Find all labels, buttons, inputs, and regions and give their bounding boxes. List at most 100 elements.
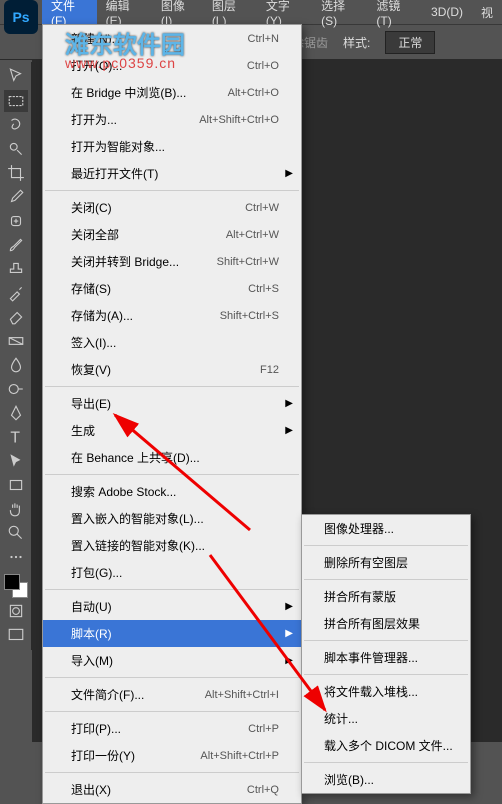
tool-crop[interactable] — [4, 162, 28, 184]
menu-filter[interactable]: 滤镜(T) — [367, 0, 422, 32]
menu-item-10[interactable]: 存储(S)Ctrl+S — [43, 275, 301, 302]
menu-item-label: 关闭全部 — [71, 226, 119, 243]
tool-quick-select[interactable] — [4, 138, 28, 160]
menu-view[interactable]: 视 — [472, 0, 502, 25]
opt-style-select[interactable]: 正常 — [385, 31, 435, 54]
menu-separator — [45, 589, 299, 590]
tool-blur[interactable] — [4, 354, 28, 376]
menu-item-2[interactable]: 在 Bridge 中浏览(B)...Alt+Ctrl+O — [43, 79, 301, 106]
menu-item-13[interactable]: 恢复(V) F12 — [43, 356, 301, 383]
menu-item-30[interactable]: 打印(P)...Ctrl+P — [43, 715, 301, 742]
tool-more[interactable] — [4, 546, 28, 568]
tool-heal[interactable] — [4, 210, 28, 232]
tool-path-select[interactable] — [4, 450, 28, 472]
tool-screen-mode[interactable] — [4, 624, 28, 646]
watermark-url: www.pc0359.cn — [65, 55, 176, 71]
menu-item-11[interactable]: 存储为(A)...Shift+Ctrl+S — [43, 302, 301, 329]
menu-item-label: 打印(P)... — [71, 720, 121, 737]
menu-item-9[interactable]: 关闭并转到 Bridge...Shift+Ctrl+W — [43, 248, 301, 275]
menu-item-26[interactable]: 导入(M)▶ — [43, 647, 301, 674]
menu-item-16[interactable]: 生成▶ — [43, 417, 301, 444]
menu-item-shortcut: Alt+Ctrl+W — [226, 229, 279, 241]
tool-gradient[interactable] — [4, 330, 28, 352]
menu-item-31[interactable]: 打印一份(Y)Alt+Shift+Ctrl+P — [43, 742, 301, 769]
menu-3d[interactable]: 3D(D) — [422, 1, 472, 23]
tool-brush[interactable] — [4, 234, 28, 256]
menu-item-shortcut: Ctrl+O — [247, 60, 279, 72]
tool-dodge[interactable] — [4, 378, 28, 400]
submenu-item-9[interactable]: 将文件载入堆栈... — [302, 678, 470, 705]
menu-separator — [304, 579, 468, 580]
menu-item-7[interactable]: 关闭(C) Ctrl+W — [43, 194, 301, 221]
ps-logo-box: Ps — [4, 0, 38, 34]
submenu-item-10[interactable]: 统计... — [302, 705, 470, 732]
menu-bar: 文件(F) 编辑(E) 图像(I) 图层(L) 文字(Y) 选择(S) 滤镜(T… — [0, 0, 502, 24]
menu-separator — [304, 762, 468, 763]
menu-item-22[interactable]: 打包(G)... — [43, 559, 301, 586]
menu-item-label: 脚本(R) — [71, 625, 112, 642]
menu-item-28[interactable]: 文件简介(F)...Alt+Shift+Ctrl+I — [43, 681, 301, 708]
tool-rectangle[interactable] — [4, 474, 28, 496]
fg-color-swatch[interactable] — [4, 574, 20, 590]
menu-item-label: 恢复(V) — [71, 361, 111, 378]
tool-hand[interactable] — [4, 498, 28, 520]
menu-item-8[interactable]: 关闭全部 Alt+Ctrl+W — [43, 221, 301, 248]
submenu-arrow-icon: ▶ — [285, 168, 293, 179]
tool-pen[interactable] — [4, 402, 28, 424]
tool-stamp[interactable] — [4, 258, 28, 280]
menu-item-label: 文件简介(F)... — [71, 686, 144, 703]
menu-item-15[interactable]: 导出(E)▶ — [43, 390, 301, 417]
tool-type[interactable]: T — [4, 426, 28, 448]
submenu-item-4[interactable]: 拼合所有蒙版 — [302, 583, 470, 610]
menu-item-label: 在 Bridge 中浏览(B)... — [71, 84, 186, 101]
submenu-item-2[interactable]: 删除所有空图层 — [302, 549, 470, 576]
opt-style-label: 样式: — [343, 34, 370, 51]
submenu-item-7[interactable]: 脚本事件管理器... — [302, 644, 470, 671]
menu-item-label: 关闭(C) — [71, 199, 112, 216]
menu-item-20[interactable]: 置入嵌入的智能对象(L)... — [43, 505, 301, 532]
menu-item-label: 打包(G)... — [71, 564, 122, 581]
menu-separator — [45, 711, 299, 712]
tool-eraser[interactable] — [4, 306, 28, 328]
menu-item-5[interactable]: 最近打开文件(T)▶ — [43, 160, 301, 187]
menu-item-21[interactable]: 置入链接的智能对象(K)... — [43, 532, 301, 559]
tool-zoom[interactable] — [4, 522, 28, 544]
tool-marquee[interactable] — [4, 90, 28, 112]
tool-colors[interactable] — [4, 574, 28, 598]
submenu-item-label: 浏览(B)... — [324, 771, 374, 788]
submenu-item-label: 拼合所有蒙版 — [324, 588, 396, 605]
menu-item-shortcut: Ctrl+W — [245, 202, 279, 214]
menu-item-12[interactable]: 签入(I)... — [43, 329, 301, 356]
menu-item-label: 生成 — [71, 422, 95, 439]
menu-item-label: 置入嵌入的智能对象(L)... — [71, 510, 204, 527]
tool-move[interactable] — [4, 66, 28, 88]
menu-item-label: 签入(I)... — [71, 334, 116, 351]
menu-item-shortcut: F12 — [260, 364, 279, 376]
submenu-item-13[interactable]: 浏览(B)... — [302, 766, 470, 793]
menu-item-19[interactable]: 搜索 Adobe Stock... — [43, 478, 301, 505]
tool-history-brush[interactable] — [4, 282, 28, 304]
tool-lasso[interactable] — [4, 114, 28, 136]
menu-select[interactable]: 选择(S) — [312, 0, 367, 32]
submenu-item-11[interactable]: 载入多个 DICOM 文件... — [302, 732, 470, 759]
tool-quickmask[interactable] — [4, 600, 28, 622]
submenu-item-0[interactable]: 图像处理器... — [302, 515, 470, 542]
menu-item-33[interactable]: 退出(X)Ctrl+Q — [43, 776, 301, 803]
menu-item-3[interactable]: 打开为...Alt+Shift+Ctrl+O — [43, 106, 301, 133]
menu-separator — [45, 772, 299, 773]
menu-item-4[interactable]: 打开为智能对象... — [43, 133, 301, 160]
menu-item-label: 打印一份(Y) — [71, 747, 135, 764]
submenu-item-5[interactable]: 拼合所有图层效果 — [302, 610, 470, 637]
submenu-arrow-icon: ▶ — [285, 398, 293, 409]
tool-eyedropper[interactable] — [4, 186, 28, 208]
menu-item-25[interactable]: 脚本(R)▶ — [43, 620, 301, 647]
menu-item-shortcut: Ctrl+N — [248, 33, 279, 45]
menu-separator — [304, 640, 468, 641]
menu-item-17[interactable]: 在 Behance 上共享(D)... — [43, 444, 301, 471]
menu-item-label: 存储(S) — [71, 280, 111, 297]
tools-panel: T — [0, 62, 32, 650]
submenu-arrow-icon: ▶ — [285, 655, 293, 666]
menu-item-24[interactable]: 自动(U)▶ — [43, 593, 301, 620]
svg-text:T: T — [10, 430, 20, 446]
submenu-item-label: 拼合所有图层效果 — [324, 615, 420, 632]
